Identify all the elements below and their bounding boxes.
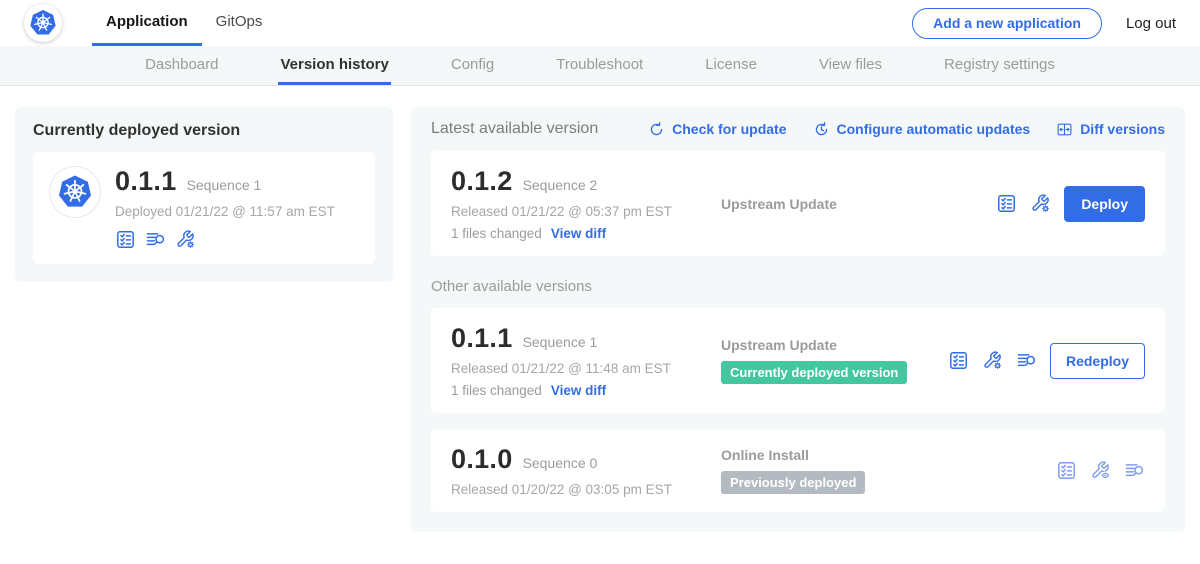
version-source-label: Upstream Update [721, 337, 948, 353]
version-number: 0.1.2 [451, 166, 513, 197]
available-versions-panel: Latest available version Check for updat… [411, 107, 1185, 532]
diff-versions-label: Diff versions [1080, 121, 1165, 137]
redeploy-button[interactable]: Redeploy [1050, 343, 1145, 379]
top-nav: Application GitOps Add a new application… [0, 0, 1200, 46]
view-config-icon[interactable] [1090, 460, 1111, 481]
deploy-button[interactable]: Deploy [1064, 186, 1145, 222]
configure-automatic-updates-label: Configure automatic updates [837, 121, 1031, 137]
view-logs-icon[interactable] [1016, 350, 1037, 371]
add-new-application-button[interactable]: Add a new application [912, 8, 1102, 39]
kubernetes-logo-icon [28, 8, 58, 38]
deployed-timestamp: Deployed 01/21/22 @ 11:57 am EST [115, 204, 335, 219]
auto-update-icon [813, 121, 830, 138]
release-notes-icon[interactable] [1056, 460, 1077, 481]
version-row-0-1-2: 0.1.2 Sequence 2 Released 01/21/22 @ 05:… [431, 151, 1165, 256]
nav-tab-application-label: Application [106, 13, 188, 30]
version-row-0-1-1: 0.1.1 Sequence 1 Released 01/21/22 @ 11:… [431, 308, 1165, 413]
app-subnav: Dashboard Version history Config Trouble… [0, 46, 1200, 86]
files-changed-label: 1 files changed [451, 383, 542, 398]
diff-icon [1056, 121, 1073, 138]
view-diff-link[interactable]: View diff [551, 383, 606, 398]
kubernetes-logo-icon [56, 173, 94, 211]
view-diff-link[interactable]: View diff [551, 226, 606, 241]
edit-config-icon[interactable] [982, 350, 1003, 371]
app-logo-avatar [24, 4, 62, 42]
release-notes-icon[interactable] [115, 229, 136, 250]
currently-deployed-card: Currently deployed version 0.1.1 Sequenc… [15, 107, 393, 282]
released-timestamp: Released 01/21/22 @ 05:37 pm EST [451, 204, 703, 219]
configure-automatic-updates-link[interactable]: Configure automatic updates [813, 121, 1031, 138]
version-number: 0.1.1 [451, 323, 513, 354]
sequence-label: Sequence 1 [523, 334, 598, 350]
edit-config-icon[interactable] [175, 229, 196, 250]
main-content: Currently deployed version 0.1.1 Sequenc… [0, 86, 1200, 553]
version-row-0-1-0: 0.1.0 Sequence 0 Released 01/20/22 @ 03:… [431, 429, 1165, 512]
view-logs-icon[interactable] [145, 229, 166, 250]
version-number: 0.1.0 [451, 444, 513, 475]
released-timestamp: Released 01/21/22 @ 11:48 am EST [451, 361, 703, 376]
nav-tab-gitops[interactable]: GitOps [202, 0, 277, 46]
tab-license[interactable]: License [703, 46, 759, 85]
currently-deployed-title: Currently deployed version [33, 122, 375, 140]
other-available-versions-title: Other available versions [431, 278, 1165, 295]
tab-version-history[interactable]: Version history [278, 46, 390, 85]
diff-versions-link[interactable]: Diff versions [1056, 121, 1165, 138]
release-notes-icon[interactable] [948, 350, 969, 371]
nav-tab-gitops-label: GitOps [216, 13, 263, 30]
refresh-icon [648, 121, 665, 138]
sequence-label: Sequence 0 [523, 455, 598, 471]
previously-deployed-badge: Previously deployed [721, 471, 865, 494]
version-source-label: Online Install [721, 447, 1056, 463]
kots-admin-console: Application GitOps Add a new application… [0, 0, 1200, 564]
tab-registry-settings[interactable]: Registry settings [942, 46, 1057, 85]
tab-troubleshoot[interactable]: Troubleshoot [554, 46, 645, 85]
tab-view-files[interactable]: View files [817, 46, 884, 85]
app-version-avatar [49, 166, 101, 218]
check-for-update-link[interactable]: Check for update [648, 121, 786, 138]
sequence-label: Sequence 2 [523, 177, 598, 193]
nav-tab-application[interactable]: Application [92, 0, 202, 46]
top-nav-right: Add a new application Log out [912, 0, 1176, 46]
check-for-update-label: Check for update [672, 121, 786, 137]
released-timestamp: Released 01/20/22 @ 03:05 pm EST [451, 482, 703, 497]
logout-link[interactable]: Log out [1126, 15, 1176, 32]
tab-dashboard[interactable]: Dashboard [143, 46, 220, 85]
tab-config[interactable]: Config [449, 46, 496, 85]
latest-available-title: Latest available version [431, 120, 598, 138]
currently-deployed-version-row: 0.1.1 Sequence 1 Deployed 01/21/22 @ 11:… [33, 152, 375, 264]
deployed-sequence-label: Sequence 1 [187, 177, 262, 193]
edit-config-icon[interactable] [1030, 193, 1051, 214]
currently-deployed-badge: Currently deployed version [721, 361, 907, 384]
deployed-version-number: 0.1.1 [115, 166, 177, 197]
files-changed-label: 1 files changed [451, 226, 542, 241]
version-source-label: Upstream Update [721, 196, 996, 212]
view-logs-icon[interactable] [1124, 460, 1145, 481]
release-notes-icon[interactable] [996, 193, 1017, 214]
